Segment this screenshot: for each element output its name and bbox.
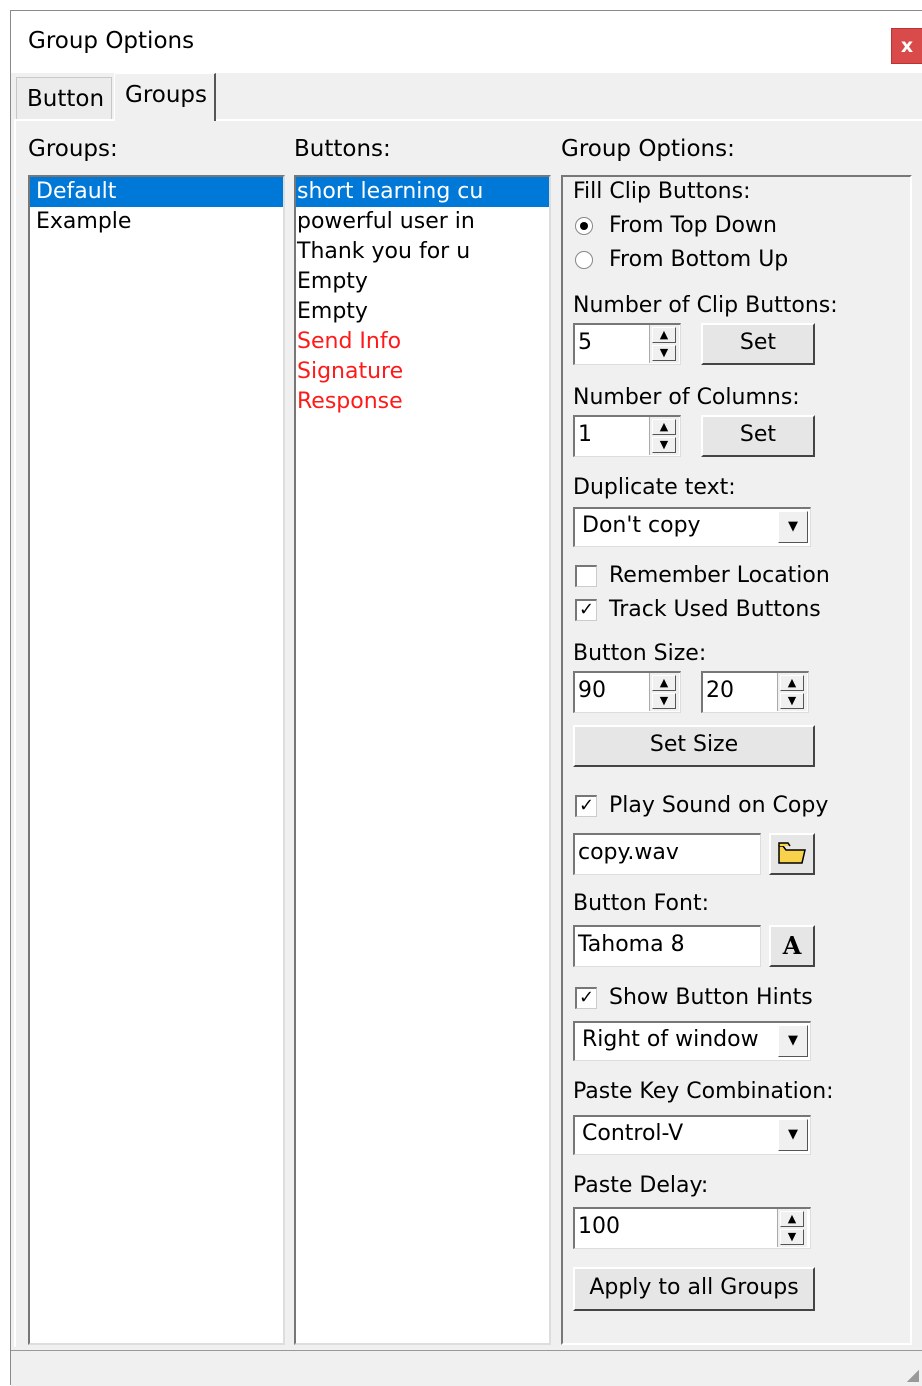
list-item[interactable]: powerful user in [296,207,549,237]
font-icon[interactable]: A [769,925,815,967]
show-hints-label[interactable]: Show Button Hints [609,985,813,1010]
show-hints-checkbox[interactable]: ✓ [575,987,597,1009]
list-item[interactable]: Example [30,207,283,237]
buttons-listbox[interactable]: short learning cu powerful user in Thank… [294,175,551,1345]
list-item[interactable]: Thank you for u [296,237,549,267]
button-size-label: Button Size: [573,641,707,666]
list-item[interactable]: Response [296,387,549,417]
tab-groups[interactable]: Groups [114,73,216,121]
duplicate-text-value: Don't copy [582,513,701,538]
spin-up-icon[interactable]: ▲ [652,419,676,435]
browse-sound-button[interactable] [769,833,815,875]
number-columns-spinner[interactable]: ▲ ▼ [649,417,679,455]
window-title: Group Options [28,28,195,54]
hints-position-value: Right of window [582,1027,759,1052]
fill-top-down-label[interactable]: From Top Down [609,213,777,238]
set-size-button[interactable]: Set Size [573,725,815,767]
paste-key-label: Paste Key Combination: [573,1079,834,1104]
sound-file-input[interactable]: copy.wav [573,833,761,875]
resize-grip-icon[interactable]: ◢ [907,1365,919,1384]
set-clip-buttons-button[interactable]: Set [701,323,815,365]
paste-key-select[interactable]: Control-V ▼ [573,1115,811,1155]
spin-down-icon[interactable]: ▼ [780,693,804,709]
spin-down-icon[interactable]: ▼ [780,1229,804,1245]
track-used-buttons-checkbox[interactable]: ✓ [575,599,597,621]
track-used-buttons-label[interactable]: Track Used Buttons [609,597,821,622]
spin-up-icon[interactable]: ▲ [652,675,676,691]
buttons-label: Buttons: [294,136,391,162]
group-options-panel: Fill Clip Buttons: From Top Down From Bo… [561,175,912,1345]
spin-down-icon[interactable]: ▼ [652,437,676,453]
button-font-label: Button Font: [573,891,709,916]
chevron-down-icon[interactable]: ▼ [778,1025,808,1057]
button-height-spinner[interactable]: ▲ ▼ [777,673,807,711]
button-width-spinner[interactable]: ▲ ▼ [649,673,679,711]
paste-delay-input[interactable]: 100 [573,1207,811,1249]
duplicate-text-label: Duplicate text: [573,475,736,500]
set-columns-button[interactable]: Set [701,415,815,457]
number-clip-buttons-label: Number of Clip Buttons: [573,293,838,318]
spin-down-icon[interactable]: ▼ [652,693,676,709]
list-item[interactable]: Default [30,177,283,207]
paste-key-value: Control-V [582,1121,684,1146]
list-item[interactable]: Send Info [296,327,549,357]
title-bar: Group Options x [11,11,922,73]
groups-label: Groups: [28,136,118,162]
close-button[interactable]: x [891,28,922,64]
paste-delay-label: Paste Delay: [573,1173,709,1198]
number-columns-label: Number of Columns: [573,385,800,410]
list-item[interactable]: Empty [296,297,549,327]
remember-location-label[interactable]: Remember Location [609,563,830,588]
fill-bottom-up-radio[interactable] [575,251,593,269]
remember-location-checkbox[interactable] [575,565,597,587]
spin-up-icon[interactable]: ▲ [780,1211,804,1227]
chevron-down-icon[interactable]: ▼ [778,511,808,543]
list-item[interactable]: Empty [296,267,549,297]
list-item[interactable]: Signature [296,357,549,387]
hints-position-select[interactable]: Right of window ▼ [573,1021,811,1061]
group-options-label: Group Options: [561,136,735,162]
play-sound-checkbox[interactable]: ✓ [575,795,597,817]
spin-up-icon[interactable]: ▲ [780,675,804,691]
groups-listbox[interactable]: Default Example [28,175,285,1345]
chevron-down-icon[interactable]: ▼ [778,1119,808,1151]
tab-button[interactable]: Button [16,77,112,121]
play-sound-label[interactable]: Play Sound on Copy [609,793,828,818]
fill-bottom-up-label[interactable]: From Bottom Up [609,247,788,272]
spin-up-icon[interactable]: ▲ [652,327,676,343]
spin-down-icon[interactable]: ▼ [652,345,676,361]
duplicate-text-select[interactable]: Don't copy ▼ [573,507,811,547]
group-options-window: Group Options x Button Groups Groups: Bu… [10,10,922,1386]
button-font-input[interactable]: Tahoma 8 [573,925,761,967]
fill-clip-buttons-label: Fill Clip Buttons: [573,179,751,204]
paste-delay-spinner[interactable]: ▲ ▼ [777,1209,807,1247]
status-bar: ◢ [11,1350,922,1386]
number-clip-buttons-spinner[interactable]: ▲ ▼ [649,325,679,363]
folder-icon [778,842,806,864]
fill-top-down-radio[interactable] [575,217,593,235]
list-item[interactable]: short learning cu [296,177,549,207]
apply-all-groups-button[interactable]: Apply to all Groups [573,1267,815,1311]
